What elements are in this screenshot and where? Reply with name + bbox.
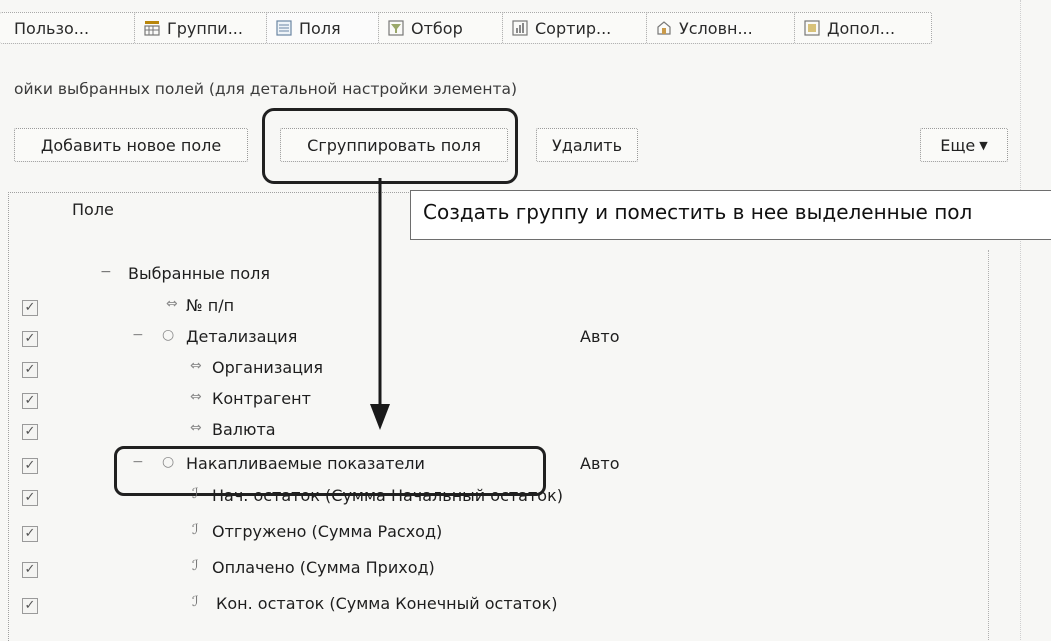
- collapse-icon[interactable]: −: [132, 327, 144, 343]
- row-checkbox[interactable]: ✓: [22, 300, 38, 316]
- tree-row[interactable]: ✓ ℐ Оплачено (Сумма Приход): [0, 556, 1000, 587]
- row-checkbox[interactable]: ✓: [22, 393, 38, 409]
- row-checkbox[interactable]: ✓: [22, 598, 38, 614]
- tab-conditional-appearance[interactable]: Условн...: [646, 12, 798, 44]
- tab-label: Сортир...: [535, 18, 612, 38]
- tree-row[interactable]: ✓ ℐ Отгружено (Сумма Расход): [0, 520, 1000, 551]
- row-checkbox[interactable]: ✓: [22, 424, 38, 440]
- resource-icon: ℐ: [192, 486, 199, 502]
- row-label: Валюта: [212, 420, 276, 439]
- tab-user-settings[interactable]: Пользо...: [0, 12, 143, 44]
- row-checkbox[interactable]: ✓: [22, 562, 38, 578]
- row-checkbox[interactable]: ✓: [22, 526, 38, 542]
- tree-row[interactable]: ✓ − ○ Детализация Авто: [0, 325, 1000, 356]
- row-label: Отгружено (Сумма Расход): [212, 522, 443, 541]
- group-fields-tooltip: Создать группу и поместить в нее выделен…: [410, 190, 1051, 240]
- settings-tab-bar: Пользо... Группи... Поля Отбор Сортир...: [0, 0, 1051, 52]
- more-menu-button[interactable]: Еще ▼: [920, 128, 1008, 162]
- tab-additional[interactable]: Допол...: [794, 12, 932, 44]
- row-value: Авто: [580, 454, 620, 473]
- tree-row[interactable]: ✓ ⇔ Валюта: [0, 418, 1000, 449]
- add-field-button[interactable]: Добавить новое поле: [14, 128, 248, 162]
- row-label: № п/п: [186, 296, 235, 315]
- tab-label: Условн...: [679, 18, 753, 38]
- tab-label: Отбор: [411, 18, 463, 38]
- chevron-down-icon: ▼: [979, 138, 988, 152]
- tree-row[interactable]: ✓ ⇔ Контрагент: [0, 387, 1000, 418]
- field-icon: ⇔: [190, 358, 202, 374]
- group-icon: ○: [162, 327, 175, 343]
- fields-icon: [276, 20, 292, 36]
- field-icon: ⇔: [190, 389, 202, 405]
- row-label: Нач. остаток (Сумма Начальный остаток): [212, 486, 563, 505]
- delete-button[interactable]: Удалить: [536, 128, 638, 162]
- row-label: Организация: [212, 358, 324, 377]
- tree-row[interactable]: ✓ ⇔ Организация: [0, 356, 1000, 387]
- tab-label: Пользо...: [14, 18, 90, 38]
- tree-root-label: Выбранные поля: [128, 264, 271, 283]
- more-label: Еще: [940, 135, 976, 155]
- additional-icon: [804, 20, 820, 36]
- row-value: Авто: [580, 327, 620, 346]
- tab-label: Поля: [299, 18, 341, 38]
- tab-label: Группи...: [167, 18, 243, 38]
- row-label: Кон. остаток (Сумма Конечный остаток): [216, 594, 558, 613]
- row-checkbox[interactable]: ✓: [22, 490, 38, 506]
- tree-row[interactable]: ✓ ℐ Нач. остаток (Сумма Начальный остато…: [0, 484, 1000, 515]
- field-icon: ⇔: [166, 296, 178, 312]
- row-checkbox[interactable]: ✓: [22, 458, 38, 474]
- conditional-appearance-icon: [657, 21, 671, 35]
- group-button-highlight: [262, 108, 518, 184]
- annotation-arrow: [370, 178, 390, 430]
- collapse-icon[interactable]: −: [100, 264, 112, 280]
- tree-row[interactable]: ✓ ℐ Кон. остаток (Сумма Конечный остаток…: [0, 592, 1000, 623]
- field-icon: ⇔: [190, 420, 202, 436]
- row-label: Детализация: [186, 327, 298, 346]
- grouping-icon: [144, 21, 160, 36]
- tab-fields[interactable]: Поля: [266, 12, 382, 44]
- resource-icon: ℐ: [192, 522, 199, 538]
- row-label: Контрагент: [212, 389, 311, 408]
- row-checkbox[interactable]: ✓: [22, 331, 38, 347]
- resource-icon: ℐ: [192, 558, 199, 574]
- tab-filter[interactable]: Отбор: [378, 12, 506, 44]
- resource-icon: ℐ: [192, 594, 199, 610]
- tab-grouping[interactable]: Группи...: [134, 12, 270, 44]
- sort-icon: [512, 20, 528, 36]
- divider: [1020, 0, 1021, 640]
- row-label: Оплачено (Сумма Приход): [212, 558, 435, 577]
- tree-root-row[interactable]: − Выбранные поля: [0, 262, 1000, 293]
- fields-hint-text: ойки выбранных полей (для детальной наст…: [14, 80, 518, 98]
- row-checkbox[interactable]: ✓: [22, 362, 38, 378]
- tab-sort[interactable]: Сортир...: [502, 12, 650, 44]
- tree-row[interactable]: ✓ ⇔ № п/п: [0, 294, 1000, 325]
- filter-icon: [388, 20, 404, 36]
- tab-label: Допол...: [827, 18, 896, 38]
- column-header-field[interactable]: Поле: [72, 200, 114, 219]
